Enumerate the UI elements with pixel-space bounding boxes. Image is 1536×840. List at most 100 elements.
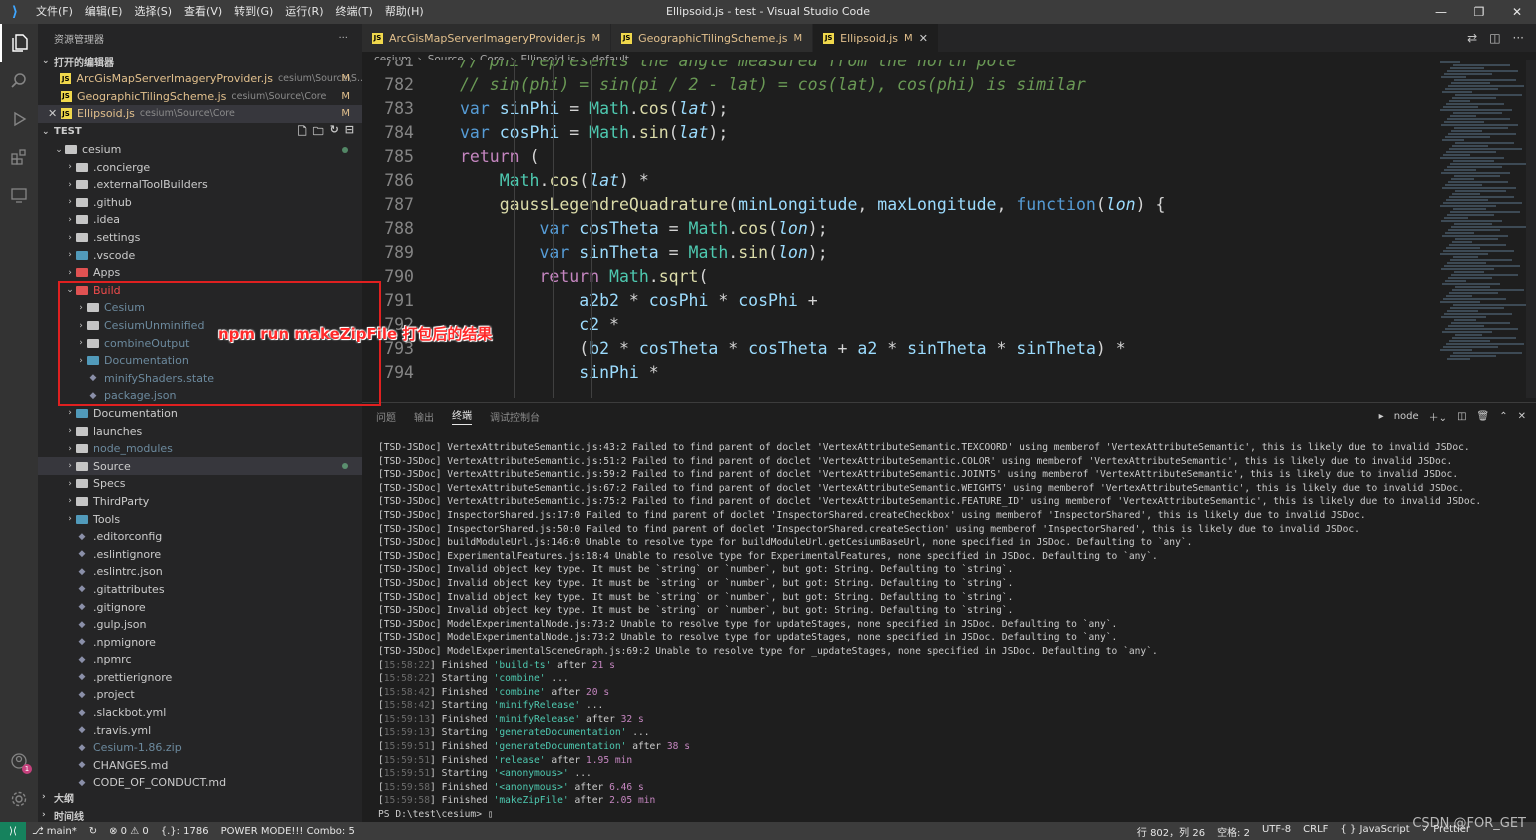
tab-terminal[interactable]: 终端: [452, 407, 472, 425]
tree-item[interactable]: ◆ .editorconfig: [38, 528, 362, 546]
open-editor-item[interactable]: JS GeographicTilingScheme.js cesium\Sour…: [38, 88, 362, 106]
sync-icon[interactable]: ↻: [83, 826, 103, 837]
terminal-prompt[interactable]: PS D:\test\cesium> ▯: [378, 808, 1526, 822]
workspace-label: TEST: [54, 126, 82, 138]
menu-file[interactable]: 文件(F): [30, 0, 79, 24]
minimap-line: [1447, 166, 1502, 168]
tree-item[interactable]: › ThirdParty: [38, 493, 362, 511]
split-editor-icon[interactable]: ◫: [1489, 31, 1500, 45]
menu-selection[interactable]: 选择(S): [128, 0, 178, 24]
tree-item[interactable]: ◆ .npmrc: [38, 651, 362, 669]
more-actions-icon[interactable]: ···: [1513, 31, 1524, 45]
tree-item[interactable]: › Documentation: [38, 405, 362, 423]
menu-view[interactable]: 查看(V): [178, 0, 228, 24]
split-terminal-icon[interactable]: ◫: [1457, 411, 1466, 422]
remote-explorer-icon[interactable]: [0, 176, 38, 214]
tree-item[interactable]: › .idea: [38, 211, 362, 229]
tree-item[interactable]: › .concierge: [38, 158, 362, 176]
tree-item[interactable]: ⌄ Build: [38, 282, 362, 300]
tab-geographic[interactable]: JS GeographicTilingScheme.js M: [611, 24, 814, 52]
editor-scrollbar[interactable]: [1526, 60, 1536, 398]
compare-changes-icon[interactable]: ⇄: [1467, 31, 1477, 45]
extensions-icon[interactable]: [0, 138, 38, 176]
timeline-section[interactable]: › 时间线: [38, 806, 362, 822]
trash-icon[interactable]: 🗑: [1477, 411, 1490, 422]
tree-item[interactable]: ◆ .eslintrc.json: [38, 563, 362, 581]
problems-status[interactable]: ⊗ 0 ⚠ 0: [103, 826, 155, 837]
search-icon[interactable]: [0, 62, 38, 100]
workspace-section[interactable]: ⌄ TEST 🗋 🗀 ↻ ⊟: [38, 123, 362, 141]
tree-item[interactable]: ◆ Cesium-1.86.zip: [38, 739, 362, 757]
tree-item[interactable]: ◆ .prettierignore: [38, 669, 362, 687]
tree-item[interactable]: › Cesium: [38, 299, 362, 317]
tree-item[interactable]: › .settings: [38, 229, 362, 247]
tab-arcgis[interactable]: JS ArcGisMapServerImageryProvider.js M: [362, 24, 612, 52]
run-debug-icon[interactable]: [0, 100, 38, 138]
tree-item[interactable]: ⌄ cesium: [38, 141, 362, 159]
tab-ellipsoid[interactable]: JS Ellipsoid.js M ✕: [813, 24, 939, 52]
tree-item[interactable]: ◆ .npmignore: [38, 633, 362, 651]
outline-section[interactable]: › 大纲: [38, 788, 362, 806]
cursor-position[interactable]: 行 802，列 26: [1131, 824, 1211, 839]
minimap-line: [1450, 67, 1484, 69]
collapse-all-icon[interactable]: ⊟: [345, 123, 354, 142]
tree-item[interactable]: › node_modules: [38, 440, 362, 458]
menu-edit[interactable]: 编辑(E): [79, 0, 129, 24]
tree-item[interactable]: ◆ CHANGES.md: [38, 757, 362, 775]
new-file-icon[interactable]: 🗋: [298, 123, 307, 142]
close-tab-icon[interactable]: ✕: [919, 32, 928, 45]
tree-item[interactable]: › Documentation: [38, 352, 362, 370]
tab-output[interactable]: 输出: [414, 409, 434, 424]
open-editors-section[interactable]: ⌄ 打开的编辑器: [38, 52, 362, 70]
menu-go[interactable]: 转到(G): [228, 0, 279, 24]
tree-item[interactable]: ◆ .eslintignore: [38, 545, 362, 563]
close-panel-icon[interactable]: ✕: [1518, 411, 1526, 422]
tree-item[interactable]: ◆ .gitattributes: [38, 581, 362, 599]
minimap[interactable]: [1436, 60, 1526, 398]
refresh-icon[interactable]: ↻: [330, 123, 339, 142]
maximize-icon[interactable]: ❐: [1460, 0, 1498, 24]
tree-item[interactable]: › .vscode: [38, 246, 362, 264]
close-window-icon[interactable]: ✕: [1498, 0, 1536, 24]
close-icon[interactable]: ✕: [48, 107, 60, 120]
tree-item[interactable]: › Apps: [38, 264, 362, 282]
accounts-icon[interactable]: 1: [0, 742, 38, 780]
tree-item[interactable]: ◆ .gulp.json: [38, 616, 362, 634]
code-editor[interactable]: 781// phi represents the angle measured …: [362, 60, 1436, 398]
indentation-status[interactable]: 空格: 2: [1211, 824, 1256, 839]
tree-item[interactable]: › Tools: [38, 510, 362, 528]
branch-status[interactable]: ⎇ main*: [26, 826, 83, 837]
tree-item[interactable]: ◆ .slackbot.yml: [38, 704, 362, 722]
explorer-icon[interactable]: [0, 24, 38, 62]
language-status[interactable]: { } JavaScript: [1334, 824, 1415, 839]
tab-problems[interactable]: 问题: [376, 409, 396, 424]
tree-item[interactable]: ◆ package.json: [38, 387, 362, 405]
selection-status[interactable]: {.}: 1786: [155, 826, 215, 837]
tree-item[interactable]: ◆ .travis.yml: [38, 721, 362, 739]
tab-debug-console[interactable]: 调试控制台: [490, 409, 540, 424]
encoding-status[interactable]: UTF-8: [1256, 824, 1297, 839]
tree-item[interactable]: ◆ minifyShaders.state: [38, 370, 362, 388]
settings-gear-icon[interactable]: [0, 780, 38, 818]
tree-item[interactable]: ◆ .project: [38, 686, 362, 704]
terminal-shell-select[interactable]: node: [1394, 411, 1419, 422]
open-editor-item[interactable]: JS ArcGisMapServerImageryProvider.js ces…: [38, 70, 362, 88]
new-folder-icon[interactable]: 🗀: [313, 123, 324, 142]
tree-item[interactable]: › .externalToolBuilders: [38, 176, 362, 194]
minimize-icon[interactable]: —: [1422, 0, 1460, 24]
eol-status[interactable]: CRLF: [1297, 824, 1334, 839]
more-actions-icon[interactable]: ···: [338, 33, 348, 44]
tree-item[interactable]: › Specs: [38, 475, 362, 493]
menu-help[interactable]: 帮助(H): [379, 0, 430, 24]
chevron-up-icon[interactable]: ⌃: [1499, 411, 1507, 422]
new-terminal-icon[interactable]: ＋⌄: [1429, 409, 1447, 424]
open-editor-item-active[interactable]: ✕ JS Ellipsoid.js cesium\Source\Core M: [38, 105, 362, 123]
menu-terminal[interactable]: 终端(T): [330, 0, 379, 24]
tree-item[interactable]: › .github: [38, 194, 362, 212]
terminal-output[interactable]: [TSD-JSDoc] VertexAttributeSemantic.js:4…: [378, 441, 1526, 822]
menu-run[interactable]: 运行(R): [279, 0, 329, 24]
tree-item[interactable]: ◆ .gitignore: [38, 598, 362, 616]
tree-item[interactable]: › Source: [38, 457, 362, 476]
tree-item[interactable]: › launches: [38, 422, 362, 440]
remote-icon[interactable]: ⟩⟨: [0, 822, 26, 840]
